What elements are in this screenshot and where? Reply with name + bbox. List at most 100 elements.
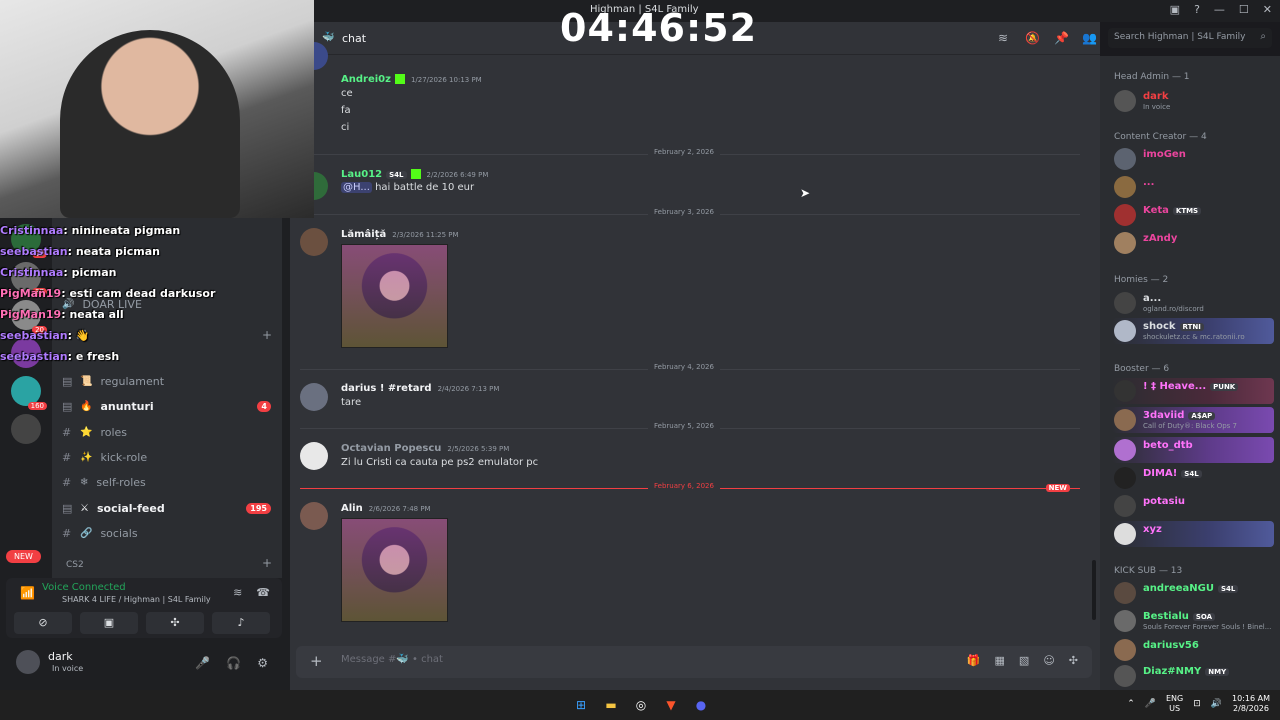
message-author[interactable]: Lau012 S4L 2/2/2026 6:49 PM: [341, 169, 488, 180]
notification-bell-icon[interactable]: 🔕: [1025, 31, 1040, 45]
sticker-icon[interactable]: ▧: [1019, 654, 1029, 667]
gif-attachment[interactable]: [341, 518, 448, 622]
message-text: ce: [341, 88, 353, 99]
voice-location[interactable]: SHARK 4 LIFE / Highman | S4L Family: [62, 595, 211, 604]
avatar[interactable]: [16, 650, 40, 674]
camera-off-button[interactable]: ⊘: [14, 612, 72, 634]
windows-start-icon[interactable]: ⊞: [572, 696, 590, 714]
user-controls: 🎤 🎧 ⚙: [195, 656, 268, 670]
message-input[interactable]: + Message #🐳 • chat 🎁 ▦ ▧ ☺ ✣: [296, 646, 1092, 678]
avatar[interactable]: [300, 502, 328, 530]
search-input[interactable]: Search Highman | S4L Family ⌕: [1108, 28, 1272, 48]
member-item[interactable]: dariusv56: [1112, 637, 1274, 663]
member-item[interactable]: beto_dtb: [1112, 437, 1274, 463]
server-tag: PUNK: [1210, 383, 1239, 391]
channel-emoji-icon: ⭐: [80, 426, 93, 438]
gift-icon[interactable]: 🎁: [967, 654, 981, 667]
volume-icon[interactable]: 🔊: [1211, 699, 1222, 709]
channel-self-roles[interactable]: # ❄ self-roles: [62, 471, 277, 493]
overlay-chat-line: Cristinnaa: picman: [0, 266, 117, 279]
channel-roles[interactable]: # ⭐ roles: [62, 421, 277, 443]
author-name: Octavian Popescu: [341, 443, 442, 454]
brave-browser-icon[interactable]: ▼: [662, 696, 680, 714]
member-item[interactable]: a... ogland.ro/discord: [1112, 290, 1274, 316]
member-item[interactable]: 3daviid A$AP Call of Duty®: Black Ops 7: [1112, 407, 1274, 433]
language-indicator[interactable]: ENG US: [1166, 694, 1183, 714]
soundboard-button[interactable]: ♪: [212, 612, 270, 634]
channel-regulament[interactable]: ▤ 📜 regulament: [62, 370, 277, 392]
member-item[interactable]: potasiu: [1112, 493, 1274, 519]
chevron-up-icon[interactable]: ⌃: [1127, 699, 1135, 709]
new-messages-tag: NEW: [1045, 484, 1070, 492]
member-list-icon[interactable]: 👥: [1082, 31, 1097, 45]
category-cs2[interactable]: CS2: [66, 560, 84, 570]
member-item[interactable]: imoGen: [1112, 146, 1274, 172]
upload-plus-icon[interactable]: +: [310, 652, 323, 670]
threads-icon[interactable]: ≋: [998, 31, 1008, 45]
file-explorer-icon[interactable]: ▬: [602, 696, 620, 714]
noise-suppression-icon[interactable]: ≋: [233, 586, 242, 599]
member-item[interactable]: xyz: [1112, 521, 1274, 547]
mention[interactable]: @H...: [341, 182, 372, 193]
emoji-icon[interactable]: ☺: [1043, 654, 1054, 667]
microphone-icon[interactable]: 🎤: [195, 656, 210, 670]
pin-icon[interactable]: 📌: [1054, 31, 1069, 45]
timestamp: 1/27/2026 10:13 PM: [410, 76, 482, 84]
message-author[interactable]: darius ! #retard 2/4/2026 7:13 PM: [341, 383, 499, 394]
obs-icon[interactable]: ◎: [632, 696, 650, 714]
message-author[interactable]: Alin 2/6/2026 7:48 PM: [341, 503, 431, 514]
member-item[interactable]: shock RTNI shockuletz.cc & mc.ratonii.ro: [1112, 318, 1274, 344]
overlay-text: 👋: [75, 329, 90, 342]
member-item[interactable]: Keta KTMS: [1112, 202, 1274, 228]
server-icon[interactable]: 160: [11, 376, 47, 410]
discord-icon[interactable]: ●: [692, 696, 710, 714]
message-author[interactable]: Andrei0z 1/27/2026 10:13 PM: [341, 74, 482, 85]
member-item[interactable]: Diaz#NMY NMY: [1112, 663, 1274, 687]
gif-attachment[interactable]: [341, 244, 448, 348]
message-author[interactable]: Octavian Popescu 2/5/2026 5:39 PM: [341, 443, 509, 454]
screen-share-button[interactable]: ▣: [80, 612, 138, 634]
member-item[interactable]: Bestialu SOA Souls Forever Forever Souls !…: [1112, 608, 1274, 634]
avatar[interactable]: [300, 383, 328, 411]
signal-icon[interactable]: 📶: [20, 586, 35, 600]
inbox-icon[interactable]: ▣: [1170, 3, 1180, 16]
avatar: [1114, 380, 1136, 402]
avatar[interactable]: [300, 228, 328, 256]
gif-icon[interactable]: ▦: [995, 654, 1005, 667]
member-item[interactable]: dark In voice: [1112, 88, 1274, 114]
member-item[interactable]: zAndy: [1112, 230, 1274, 256]
close-button[interactable]: ✕: [1263, 3, 1272, 16]
server-icon[interactable]: [11, 414, 41, 444]
help-icon[interactable]: ?: [1194, 3, 1200, 16]
network-icon[interactable]: ⊡: [1193, 699, 1201, 709]
add-channel-icon[interactable]: +: [262, 556, 272, 570]
member-item[interactable]: ! ‡ Heave... PUNK: [1112, 378, 1274, 404]
channel-kick-role[interactable]: # ✨ kick-role: [62, 446, 277, 468]
channel-social-feed[interactable]: ▤ ⚔ social-feed 195: [62, 497, 277, 519]
channel-anunturi[interactable]: ▤ 🔥 anunturi 4: [62, 395, 277, 417]
microphone-icon[interactable]: 🎤: [1145, 699, 1156, 709]
avatar: [1114, 495, 1136, 517]
message-body: hai battle de 10 eur: [375, 182, 475, 193]
taskbar-apps: ⊞ ▬ ◎ ▼ ●: [572, 696, 710, 714]
channel-label: socials: [100, 526, 138, 540]
activities-button[interactable]: ✣: [146, 612, 204, 634]
member-item[interactable]: DIMA! S4L: [1112, 465, 1274, 491]
member-item[interactable]: ...: [1112, 174, 1274, 200]
maximize-button[interactable]: ☐: [1239, 3, 1249, 16]
overlay-username: Cristinnaa: [0, 266, 64, 279]
member-item[interactable]: andreeaNGU S4L: [1112, 580, 1274, 606]
channel-socials[interactable]: # 🔗 socials: [62, 522, 277, 544]
avatar: [1114, 582, 1136, 604]
chat-scrollbar[interactable]: [1092, 560, 1096, 620]
channel-emoji-icon: ❄: [80, 476, 89, 488]
headphones-icon[interactable]: 🎧: [226, 656, 241, 670]
settings-gear-icon[interactable]: ⚙: [257, 656, 268, 670]
avatar[interactable]: [300, 442, 328, 470]
message-author[interactable]: Lămâiță 2/3/2026 11:25 PM: [341, 229, 459, 240]
new-unread-pill[interactable]: NEW: [6, 550, 41, 563]
minimize-button[interactable]: —: [1214, 3, 1225, 16]
disconnect-icon[interactable]: ☎: [256, 586, 270, 599]
apps-icon[interactable]: ✣: [1069, 654, 1078, 667]
clock[interactable]: 10:16 AM 2/8/2026: [1232, 694, 1270, 714]
